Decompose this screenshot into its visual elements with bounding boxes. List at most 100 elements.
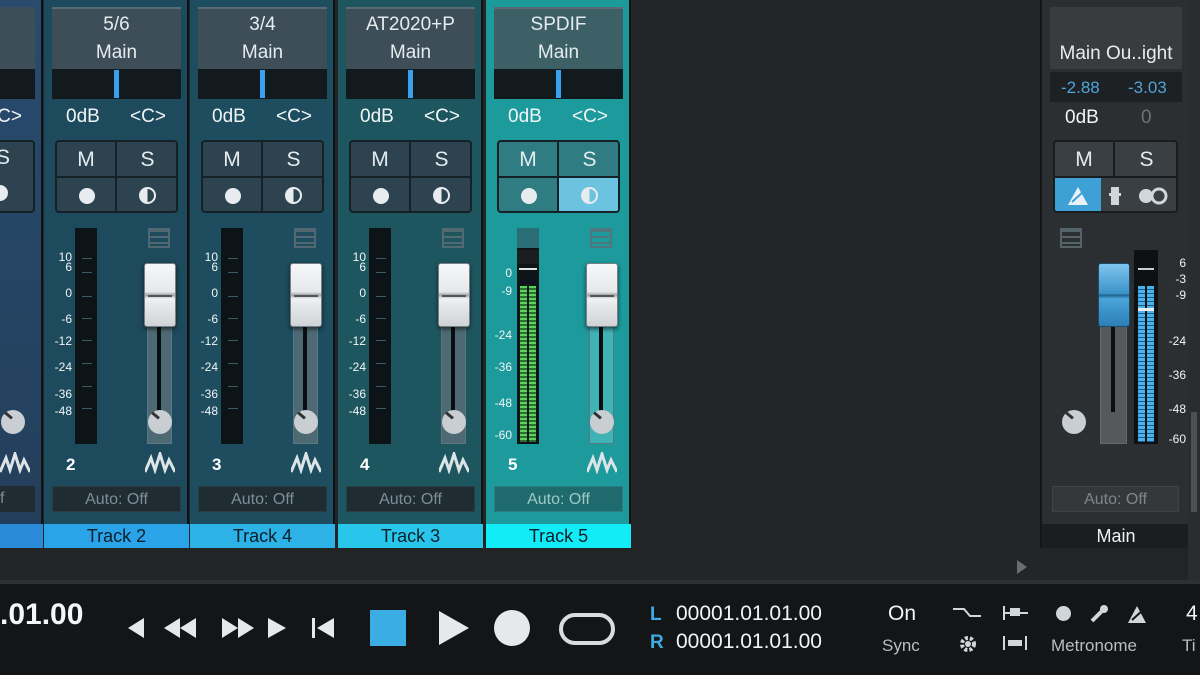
fx-grid-icon[interactable] xyxy=(148,228,170,248)
pan-slider[interactable] xyxy=(52,69,181,99)
scale-label: -9 xyxy=(1175,288,1186,302)
fx-grid-icon[interactable] xyxy=(294,228,316,248)
pan-slider[interactable] xyxy=(198,69,327,99)
track-name[interactable]: Track 4 xyxy=(190,524,335,548)
output-selector[interactable]: Main xyxy=(346,39,475,69)
pan-knob-icon[interactable] xyxy=(1,410,25,434)
fast-forward-icon[interactable] xyxy=(220,616,256,640)
loop-start[interactable]: 00001.01.01.00 xyxy=(676,602,822,626)
pan-knob-icon[interactable] xyxy=(1062,410,1086,434)
monitor-button[interactable] xyxy=(411,178,470,211)
main-name[interactable]: Main xyxy=(1042,524,1190,548)
link-icon[interactable] xyxy=(1129,178,1176,211)
pan-slider[interactable] xyxy=(494,69,623,99)
volume-fader[interactable] xyxy=(144,263,176,327)
solo-button[interactable]: S xyxy=(0,146,10,170)
input-selector[interactable]: 3/4 xyxy=(198,7,327,39)
automation-mode[interactable]: Auto: Off xyxy=(52,486,181,512)
metronome-dot-icon[interactable] xyxy=(1056,606,1071,621)
precount-icon[interactable] xyxy=(952,604,982,620)
stop-button[interactable] xyxy=(370,610,406,646)
automation-mode[interactable]: Auto: Off xyxy=(198,486,327,512)
punch-in-icon[interactable] xyxy=(1000,604,1030,622)
record-button[interactable] xyxy=(494,610,530,646)
automation-mode[interactable]: f xyxy=(0,486,35,512)
rewind-icon[interactable] xyxy=(162,616,198,640)
solo-button[interactable]: S xyxy=(559,142,618,178)
pan-value[interactable]: <C> xyxy=(572,106,608,128)
track-name[interactable]: Track 5 xyxy=(486,524,631,548)
output-selector[interactable]: Main Ou..ight xyxy=(1050,39,1182,69)
input-icon[interactable] xyxy=(1101,178,1129,211)
pan-value[interactable]: 0 xyxy=(1141,107,1152,129)
automation-mode[interactable]: Auto: Off xyxy=(346,486,475,512)
gear-icon[interactable] xyxy=(958,634,978,654)
scale-label: -48 xyxy=(200,404,218,418)
pan-value[interactable]: <C> xyxy=(0,106,22,128)
monitor-button[interactable] xyxy=(117,178,176,211)
play-small-icon[interactable] xyxy=(266,616,288,640)
return-to-zero-icon[interactable] xyxy=(124,616,146,640)
scrollbar[interactable] xyxy=(1188,0,1200,580)
tempo-value[interactable]: 4 xyxy=(1186,602,1198,626)
automation-mode[interactable]: Auto: Off xyxy=(1052,486,1179,512)
volume-value[interactable]: 0dB xyxy=(66,106,100,128)
mute-button[interactable]: M xyxy=(1055,142,1115,178)
loop-icon[interactable] xyxy=(558,612,616,646)
track-name[interactable] xyxy=(0,524,43,548)
pan-knob-icon[interactable] xyxy=(294,410,318,434)
solo-button[interactable]: S xyxy=(263,142,322,178)
pan-knob-icon[interactable] xyxy=(442,410,466,434)
solo-button[interactable]: S xyxy=(117,142,176,178)
goto-start-icon[interactable] xyxy=(310,616,336,640)
loop-end[interactable]: 00001.01.01.00 xyxy=(676,630,822,654)
output-selector[interactable]: Main xyxy=(198,39,327,69)
play-button[interactable] xyxy=(436,608,472,648)
pan-knob-icon[interactable] xyxy=(148,410,172,434)
volume-value[interactable]: 0dB xyxy=(212,106,246,128)
solo-button[interactable]: S xyxy=(1115,142,1176,178)
record-arm-button[interactable] xyxy=(203,178,263,211)
fx-grid-icon[interactable] xyxy=(1060,228,1082,248)
scale-label: -3 xyxy=(1175,272,1186,286)
record-arm-button[interactable] xyxy=(57,178,117,211)
waveform-icon xyxy=(0,452,30,474)
volume-value[interactable]: 0dB xyxy=(508,106,542,128)
pan-value[interactable]: <C> xyxy=(276,106,312,128)
volume-value[interactable]: 0dB xyxy=(1065,107,1099,129)
record-arm-button[interactable] xyxy=(351,178,411,211)
output-selector[interactable]: Main xyxy=(494,39,623,69)
monitor-button[interactable] xyxy=(263,178,322,211)
input-selector[interactable]: AT2020+P xyxy=(346,7,475,39)
input-selector[interactable]: 5/6 xyxy=(52,7,181,39)
pan-value[interactable]: <C> xyxy=(424,106,460,128)
output-selector[interactable]: Main xyxy=(52,39,181,69)
volume-fader[interactable] xyxy=(438,263,470,327)
mute-button[interactable]: M xyxy=(203,142,263,178)
volume-fader[interactable] xyxy=(290,263,322,327)
mute-button[interactable]: M xyxy=(351,142,411,178)
pan-slider[interactable] xyxy=(346,69,475,99)
fx-grid-icon[interactable] xyxy=(590,228,612,248)
sync-state[interactable]: On xyxy=(888,602,916,626)
metronome-icon[interactable] xyxy=(1126,604,1148,624)
punch-range-icon[interactable] xyxy=(1000,634,1030,652)
input-selector[interactable]: SPDIF xyxy=(494,7,623,39)
metronome-icon[interactable] xyxy=(1055,178,1101,211)
volume-fader[interactable] xyxy=(586,263,618,327)
main-fader[interactable] xyxy=(1098,263,1130,327)
wrench-icon[interactable] xyxy=(1088,604,1110,624)
mute-button[interactable]: M xyxy=(57,142,117,178)
record-arm-button[interactable] xyxy=(499,178,559,211)
track-name[interactable]: Track 2 xyxy=(44,524,189,548)
automation-mode[interactable]: Auto: Off xyxy=(494,486,623,512)
solo-button[interactable]: S xyxy=(411,142,470,178)
scroll-right-icon[interactable] xyxy=(1017,560,1027,574)
pan-value[interactable]: <C> xyxy=(130,106,166,128)
monitor-button[interactable] xyxy=(559,178,618,211)
volume-value[interactable]: 0dB xyxy=(360,106,394,128)
mute-button[interactable]: M xyxy=(499,142,559,178)
track-name[interactable]: Track 3 xyxy=(338,524,483,548)
fx-grid-icon[interactable] xyxy=(442,228,464,248)
pan-knob-icon[interactable] xyxy=(590,410,614,434)
